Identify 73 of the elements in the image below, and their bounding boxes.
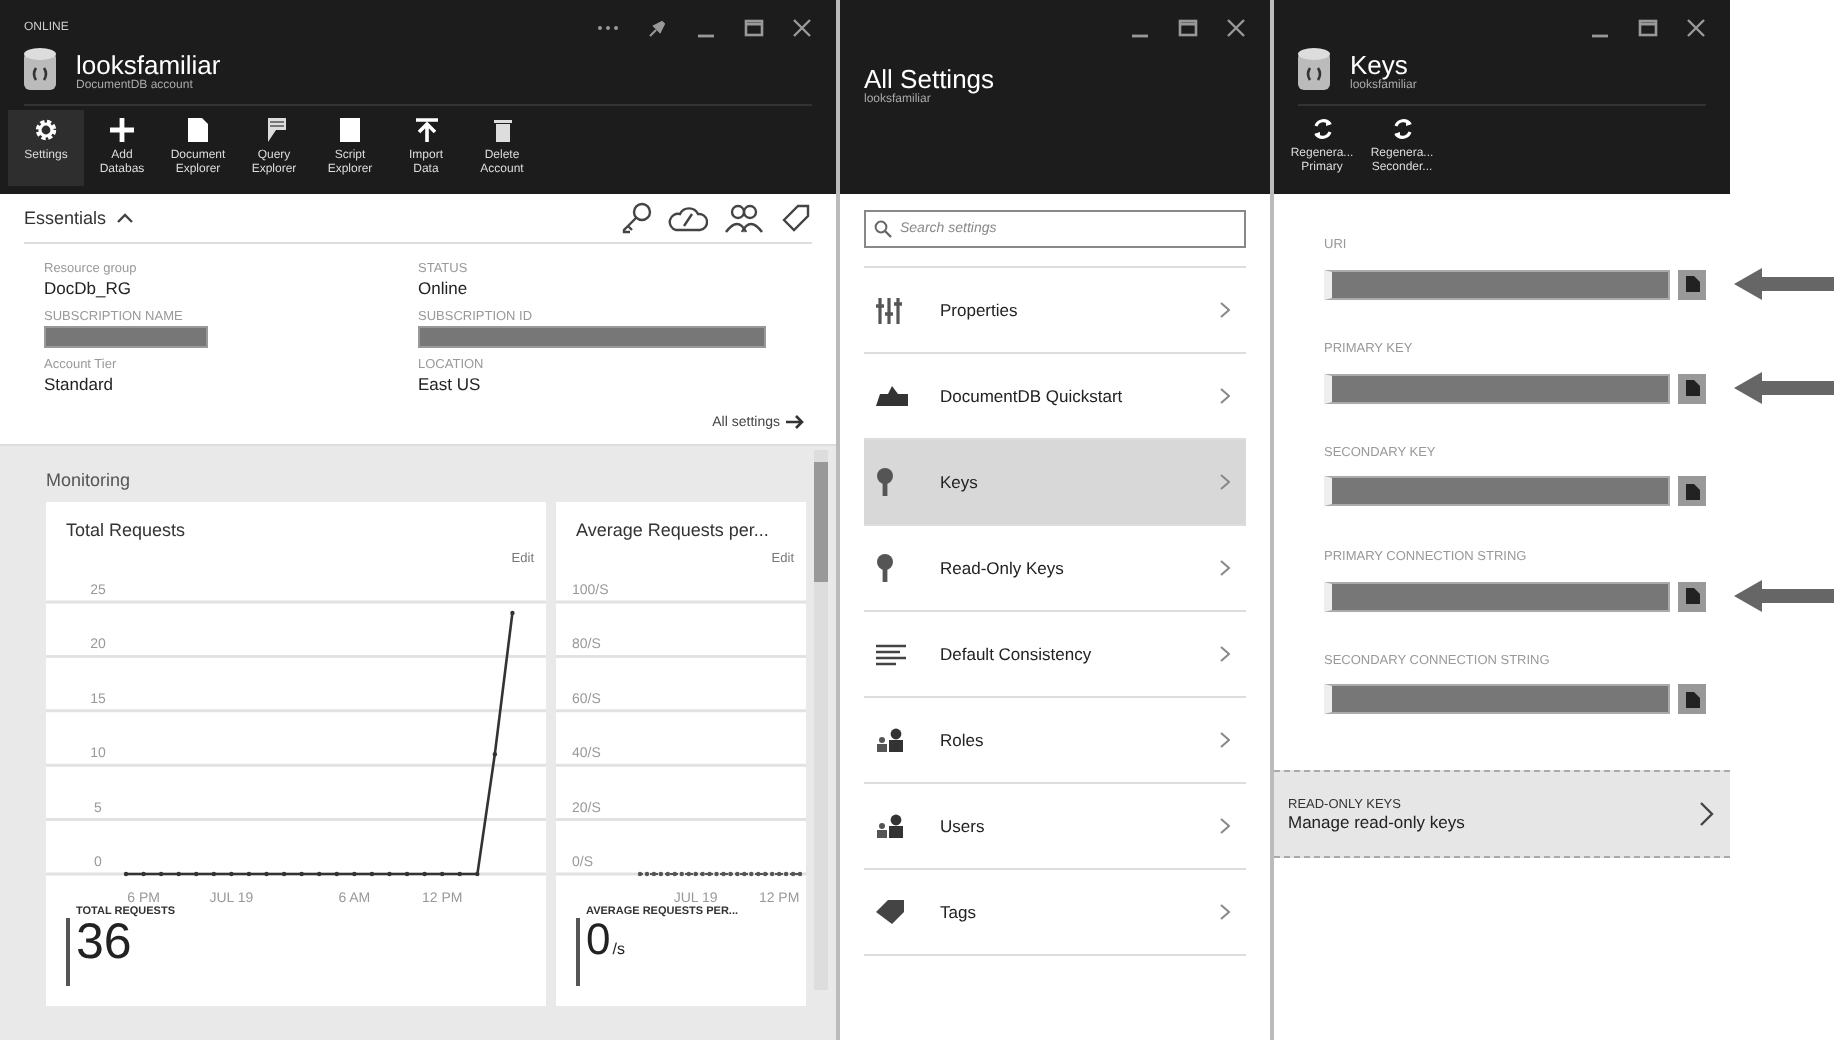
blade-title: All Settings	[864, 64, 997, 94]
key-icon[interactable]	[620, 202, 652, 234]
chevron-icon	[1220, 732, 1230, 748]
copy-icon	[1685, 691, 1699, 707]
copy-icon	[1685, 588, 1699, 604]
chevron-icon	[1220, 818, 1230, 834]
chevron-icon	[1220, 388, 1230, 404]
blade-title: Keys	[1350, 49, 1408, 79]
chevron-icon	[1220, 302, 1230, 318]
refresh-icon	[1311, 118, 1333, 140]
caret-icon	[116, 212, 135, 224]
input-field[interactable]	[1324, 581, 1670, 611]
item-description: Manage read-only keys	[1288, 811, 1465, 831]
tile-title: Total Requests	[64, 518, 188, 544]
trash-icon	[493, 118, 511, 142]
property-value: Standard	[44, 374, 115, 394]
plus-icon	[110, 118, 134, 142]
input-field[interactable]	[1324, 684, 1670, 714]
tag-icon[interactable]	[780, 202, 812, 234]
pin-icon[interactable]	[648, 18, 668, 38]
query-icon	[263, 118, 285, 142]
more-icon[interactable]	[596, 24, 620, 32]
refresh-icon	[1391, 118, 1413, 140]
copy-button[interactable]	[1678, 581, 1706, 611]
upload-icon	[415, 118, 437, 142]
input-field[interactable]	[1324, 373, 1670, 403]
blade-title: looksfamiliar	[76, 49, 221, 79]
copy-icon	[1685, 276, 1699, 292]
close-icon[interactable]	[1226, 18, 1246, 38]
list-icon	[876, 643, 906, 665]
settings-item[interactable]: Keys	[864, 440, 1246, 526]
maximize-icon[interactable]	[744, 18, 764, 38]
document-icon	[188, 118, 208, 142]
people-icon[interactable]	[724, 202, 764, 234]
chevron-icon	[1220, 560, 1230, 576]
chevron-icon	[1220, 474, 1230, 490]
chevron-icon	[1700, 802, 1714, 826]
sliders-icon	[876, 297, 902, 323]
tag-icon	[876, 900, 904, 924]
gear-icon	[34, 118, 58, 142]
property-value: East US	[418, 374, 483, 394]
key-icon	[876, 554, 894, 582]
stat-value: 36	[76, 918, 132, 968]
copy-button[interactable]	[1678, 373, 1706, 403]
input-field[interactable]	[1324, 476, 1670, 506]
input-field[interactable]	[1324, 269, 1670, 299]
property-value: DocDb_RG	[44, 278, 133, 298]
stat-unit: /s	[612, 940, 625, 962]
scrollbar[interactable]	[814, 450, 828, 990]
search-icon	[874, 220, 892, 238]
arrow-icon	[786, 414, 804, 430]
copy-icon	[1685, 380, 1699, 396]
people-icon	[876, 728, 908, 752]
key-icon	[876, 468, 894, 496]
copy-button[interactable]	[1678, 269, 1706, 299]
database-icon	[1298, 48, 1330, 92]
chevron-icon	[1220, 646, 1230, 662]
maximize-icon[interactable]	[1638, 18, 1658, 38]
stat-value: 0	[586, 918, 611, 962]
section-heading: Monitoring	[46, 470, 133, 490]
database-icon	[24, 48, 56, 92]
property-value: Online	[418, 278, 470, 298]
copy-icon	[1685, 483, 1699, 499]
essentials-toggle[interactable]: Essentials	[24, 208, 135, 228]
copy-button[interactable]	[1678, 684, 1706, 714]
tile-title: Average Requests per...	[574, 518, 771, 544]
close-icon[interactable]	[792, 18, 812, 38]
page-icon	[340, 118, 360, 142]
chevron-icon	[1220, 904, 1230, 920]
people-icon	[876, 814, 908, 838]
maximize-icon[interactable]	[1178, 18, 1198, 38]
close-icon[interactable]	[1686, 18, 1706, 38]
copy-button[interactable]	[1678, 476, 1706, 506]
